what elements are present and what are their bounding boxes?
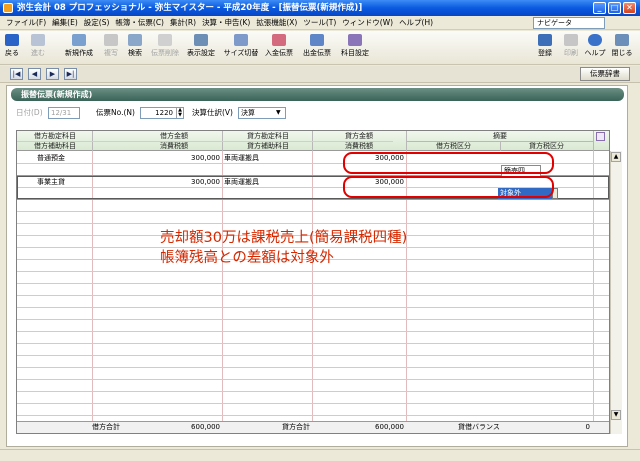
search-icon: [128, 34, 142, 46]
maximize-icon[interactable]: □: [608, 2, 621, 14]
app-icon: [3, 3, 13, 13]
account-settings-button[interactable]: 科目設定: [337, 33, 373, 63]
debit-total: 600,000: [191, 423, 220, 431]
row2-credit-account[interactable]: 車両運搬具: [224, 177, 259, 187]
col-credit-amount: 貸方金額: [345, 132, 373, 140]
register-icon: [538, 34, 552, 46]
row2-debit-amount[interactable]: 300,000: [150, 177, 220, 187]
balance-label: 貸借バランス: [458, 423, 500, 431]
display-settings-button[interactable]: 表示設定: [184, 33, 218, 63]
date-label: 日付(D): [16, 108, 43, 117]
menu-extensions[interactable]: 拡張機能(X): [253, 16, 300, 30]
last-record-button[interactable]: ▶|: [64, 68, 77, 80]
slip-no-label: 伝票No.(N): [96, 108, 135, 117]
delete-slip-button[interactable]: 伝票削除: [148, 33, 182, 63]
receipt-slip-icon: [272, 34, 286, 46]
print-button[interactable]: 印刷: [561, 33, 581, 63]
minimize-icon[interactable]: _: [593, 2, 606, 14]
payment-slip-button[interactable]: 出金伝票: [300, 33, 334, 63]
balance-value: 0: [585, 423, 590, 431]
menu-closing[interactable]: 決算・申告(K): [199, 16, 253, 30]
new-icon: [72, 34, 86, 46]
menu-tools[interactable]: ツール(T): [300, 16, 339, 30]
col-debit-sub: 借方補助科目: [34, 142, 76, 150]
copy-icon: [104, 34, 118, 46]
status-bar: [0, 449, 640, 461]
panel-title: 振替伝票(新規作成): [11, 88, 624, 101]
highlight-row2: [343, 176, 554, 198]
col-summary: 摘要: [493, 132, 507, 140]
col-credit-tax: 消費税額: [345, 142, 373, 150]
col-credit-sub: 貸方補助科目: [247, 142, 289, 150]
col-debit-tax-cat: 借方税区分: [436, 142, 471, 150]
row1-credit-account[interactable]: 車両運搬具: [224, 153, 259, 163]
annotation-line1: 売却額30万は課税売上(簡易課税四種): [160, 230, 408, 246]
annotation-text: 売却額30万は課税売上(簡易課税四種) 帳簿残高との差額は対象外: [160, 228, 407, 268]
debit-total-label: 借方合計: [92, 423, 120, 431]
menu-settings[interactable]: 設定(S): [81, 16, 113, 30]
col-credit-tax-cat: 貸方税区分: [529, 142, 564, 150]
menu-window[interactable]: ウィンドウ(W): [339, 16, 396, 30]
slip-dictionary-button[interactable]: 伝票辞書: [580, 67, 630, 81]
col-credit-account: 貸方勘定科目: [247, 132, 289, 140]
menu-edit[interactable]: 編集(E): [49, 16, 81, 30]
highlight-row1: [343, 152, 554, 174]
scroll-up-icon[interactable]: ▲: [611, 152, 621, 162]
next-record-button[interactable]: ▶: [46, 68, 59, 80]
scroll-down-icon[interactable]: ▼: [611, 410, 621, 420]
resize-icon: [234, 34, 248, 46]
help-icon: [588, 34, 602, 46]
vertical-scrollbar[interactable]: [610, 151, 622, 434]
chevron-down-icon: ▼: [276, 109, 281, 116]
search-button[interactable]: 検索: [124, 33, 146, 63]
credit-total-label: 貸方合計: [282, 423, 310, 431]
col-debit-tax: 消費税額: [160, 142, 188, 150]
delete-icon: [158, 34, 172, 46]
row1-debit-account[interactable]: 普通預金: [37, 153, 65, 163]
menu-help[interactable]: ヘルプ(H): [396, 16, 436, 30]
back-icon: [5, 34, 19, 46]
date-field[interactable]: 12/31: [48, 107, 80, 119]
copy-button[interactable]: 複写: [101, 33, 121, 63]
help-button[interactable]: ヘルプ: [584, 33, 606, 63]
menu-file[interactable]: ファイル(F): [0, 16, 49, 30]
payment-slip-icon: [310, 34, 324, 46]
annotation-line2: 帳簿残高との差額は対象外: [160, 250, 334, 266]
col-debit-account: 借方勘定科目: [34, 132, 76, 140]
forward-icon: [31, 34, 45, 46]
receipt-slip-button[interactable]: 入金伝票: [262, 33, 296, 63]
kessan-label: 決算仕訳(V): [192, 108, 233, 117]
credit-total: 600,000: [375, 423, 404, 431]
slip-no-spinner[interactable]: ▲ ▼: [176, 108, 183, 118]
navigator-button[interactable]: ナビゲータ: [533, 17, 605, 29]
display-settings-icon: [194, 34, 208, 46]
new-button[interactable]: 新規作成: [62, 33, 96, 63]
back-button[interactable]: 戻る: [2, 33, 22, 63]
close-button[interactable]: 閉じる: [609, 33, 635, 63]
close-window-icon[interactable]: ✕: [623, 2, 636, 14]
row2-debit-account[interactable]: 事業主貸: [37, 177, 65, 187]
memo-icon[interactable]: [596, 132, 605, 141]
resize-button[interactable]: サイズ切替: [222, 33, 260, 63]
first-record-button[interactable]: |◀: [10, 68, 23, 80]
print-icon: [564, 34, 578, 46]
register-button[interactable]: 登録: [535, 33, 555, 63]
record-nav-bar: [0, 66, 640, 83]
menu-report[interactable]: 集計(R): [167, 16, 199, 30]
close-door-icon: [615, 34, 629, 46]
prev-record-button[interactable]: ◀: [28, 68, 41, 80]
window-title: 弥生会計 08 プロフェッショナル - 弥生マイスター - 平成20年度 - […: [0, 0, 640, 16]
forward-button[interactable]: 進む: [28, 33, 48, 63]
row1-debit-amount[interactable]: 300,000: [150, 153, 220, 163]
col-debit-amount: 借方金額: [160, 132, 188, 140]
menu-books[interactable]: 帳簿・伝票(C): [112, 16, 167, 30]
account-settings-icon: [348, 34, 362, 46]
